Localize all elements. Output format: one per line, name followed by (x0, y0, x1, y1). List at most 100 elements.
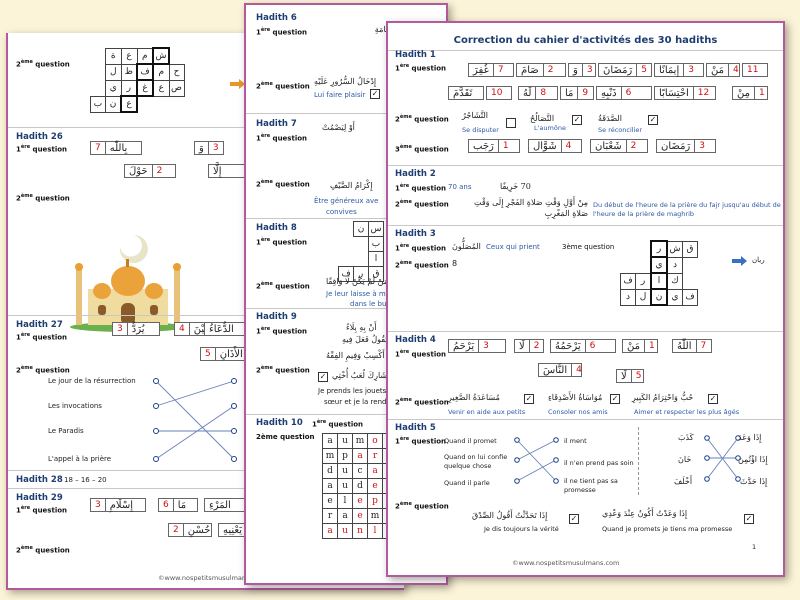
question-label: 1ère question (395, 243, 447, 253)
answer-box: تَقَدَّمَ (448, 86, 484, 100)
answer-text: 8 (452, 259, 458, 268)
hadith-heading: Hadith 8 (256, 223, 297, 233)
answer-arabic: فَمَنْ لَمْ يَكُنْ لَا وَافِقًا (326, 277, 393, 286)
answer-box: يَرْحَمُهُ 6 (550, 339, 616, 353)
match-right-item: il ne tient pas sa promesse (564, 477, 618, 494)
question-label: 3ème question (562, 243, 615, 251)
answer-french: Aimer et respecter les plus âgés (634, 408, 740, 416)
question-label: 3ème question (395, 144, 449, 154)
answer-french: Ceux qui prient (486, 243, 540, 251)
match-right-arabic: إِذَا وَعَدَ (738, 433, 762, 442)
answer-arabic: أَوْ لِيَصْمُتْ (322, 123, 355, 132)
answer-box: وَ 3 (194, 141, 224, 155)
question-label: 2ème question (16, 59, 70, 69)
answer-box: اللّٰهُ 7 (672, 339, 712, 353)
answer-box: رَمَضَانَ 5 (598, 63, 652, 77)
answer-french: convives (326, 208, 357, 216)
answer-box: 10 (486, 86, 512, 100)
worksheet-page-front: Correction du cahier d'activités des 30 … (386, 21, 785, 577)
answer-box: رَمَضَان 3 (656, 139, 716, 153)
checkbox-checked-icon: ✓ (708, 394, 718, 404)
question-label: 1ère question (16, 505, 68, 515)
question-label: 2ème question (395, 199, 449, 209)
match-left-item: Le Paradis (48, 427, 84, 435)
question-label: 1ère question (16, 144, 68, 154)
question-label: 2ème question (256, 179, 310, 189)
answer-arabic: أَنْ بِهِ بِلَاءً (346, 323, 377, 332)
hadith-heading: Hadith 5 (395, 423, 436, 433)
checkbox-icon (506, 118, 516, 128)
answer-french: 70 ans (448, 183, 472, 191)
hadith-heading: Hadith 26 (16, 132, 63, 142)
answer-box: إِلَّا (208, 164, 248, 178)
match-left-item: Quand il parle (444, 479, 490, 487)
question-label: 2ème question (256, 81, 310, 91)
checkbox-checked-icon: ✓ (318, 372, 328, 382)
hadith-heading: Hadith 6 (256, 13, 297, 23)
answer-french: Je leur laisse à m (326, 290, 386, 298)
answer-french: Se réconcilier (598, 126, 643, 134)
question-label: 2ème question (395, 114, 449, 124)
answer-box: مِنْ 1 (732, 86, 768, 100)
match-right-item: il ment (564, 437, 587, 445)
question-label: 2ème question (256, 281, 310, 291)
hadith-heading: Hadith 3 (395, 229, 436, 239)
match-left-arabic: كَذَبَ (678, 433, 694, 442)
match-left-arabic: أَخْلَفَ (674, 477, 693, 486)
answer-box: لَا 5 (616, 369, 644, 383)
answer-box: رَجَب 1 (468, 139, 520, 153)
answer-french: Quand je promets je tiens ma promesse (602, 525, 733, 533)
answer-arabic: إِدْخَالُ السُّرُورِ عَلَيْهِ (314, 77, 377, 86)
answer-french: Lui faire plaisir (314, 91, 366, 99)
answer-french: Je prends les jouets (318, 387, 387, 395)
match-left-item: Les invocations (48, 402, 102, 410)
checkbox-checked-icon: ✓ (370, 89, 380, 99)
match-left-item: Quand il promet (444, 437, 497, 445)
page-footer: ©www.nospetitsmusulmans.com (512, 559, 620, 567)
checkbox-checked-icon: ✓ (744, 514, 754, 524)
answer-box: 6 مَا (158, 498, 198, 512)
answer-box: لَا 2 (514, 339, 544, 353)
question-label: 2ème question (395, 260, 449, 270)
checkbox-checked-icon: ✓ (572, 115, 582, 125)
question-label: 2ème question (16, 193, 70, 203)
question-label: 1ère question (256, 326, 308, 336)
answer-box: مَا 9 (560, 86, 594, 100)
hadith-heading: Hadith 2 (395, 169, 436, 179)
question-label: 2ème question (256, 365, 310, 375)
answer-arabic: التَّصَالُحُ (530, 114, 555, 123)
answer-french: Être généreux ave (314, 197, 379, 205)
answer-french: Du début de l'heure de la prière du fajr… (593, 201, 781, 218)
answer-box: ذَنْبِهِ 6 (596, 86, 652, 100)
answer-box: مَنْ 4 (706, 63, 740, 77)
answer-box: 2 حُسْنِ (168, 523, 212, 537)
answer-arabic: 70 خَرِيفًا (500, 182, 531, 191)
answer-box: شَعْبَان 2 (590, 139, 648, 153)
hadith-heading: Hadith 1 (395, 50, 436, 60)
answer-box: يَرْحَمُ 3 (448, 339, 506, 353)
answer-box: مَنْ 1 (622, 339, 658, 353)
hadith-heading: Hadith 28 (16, 475, 63, 485)
match-right-item: il n'en prend pas soin (564, 459, 634, 467)
match-left-arabic: خَانَ (678, 455, 692, 464)
question-label: 1ère question (395, 349, 447, 359)
answer-arabic: إِذَا وَعَدْتُ أَكُونُ عِنْدَ وَعْدِي (602, 509, 688, 518)
answer-box: وَ 3 (568, 63, 596, 77)
answer-box: 3 يُرَدُّ (112, 322, 160, 336)
page-title: Correction du cahier d'activités des 30 … (453, 35, 718, 46)
answer-french: dans le bu (350, 300, 387, 308)
question-label: 2ème question (395, 397, 449, 407)
answer-french: Se disputer (462, 126, 499, 134)
answer-arabic: ريان (752, 256, 765, 264)
answer-arabic: حُبُّ وَاحْتِرَامُ الكَبِيرِ (632, 393, 694, 402)
checkbox-checked-icon: ✓ (524, 394, 534, 404)
question-label: 1ère question (16, 332, 68, 342)
match-left-item: Le jour de la résurrection (48, 377, 136, 385)
letter-grid: نس ب ا فرق (338, 221, 384, 282)
hadith-heading: Hadith 29 (16, 493, 63, 503)
checkbox-checked-icon: ✓ (610, 394, 620, 404)
hadith-heading: Hadith 10 (256, 418, 303, 428)
question-label: 2ème question (256, 433, 315, 441)
answer-box: غُفِرَ 7 (468, 63, 514, 77)
question-label: 1ère question (395, 63, 447, 73)
